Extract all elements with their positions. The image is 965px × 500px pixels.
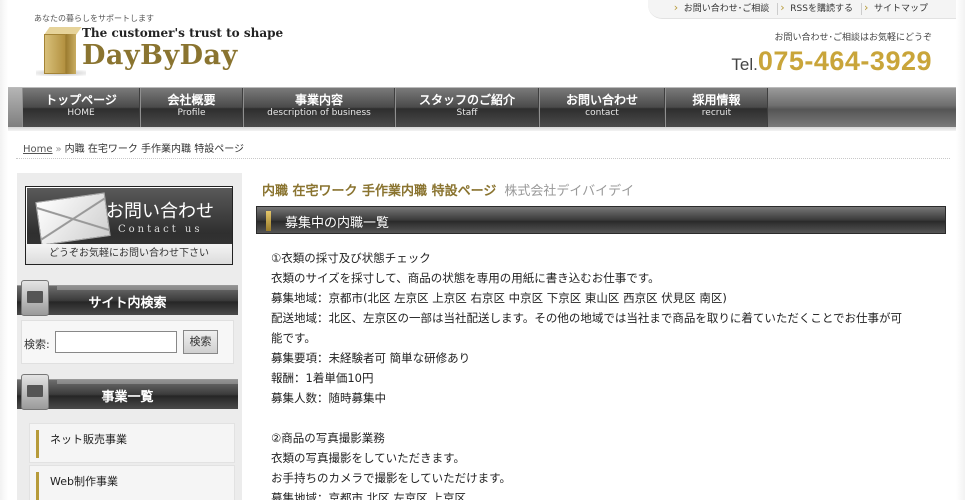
breadcrumb-separator: » <box>55 144 62 155</box>
page-title-company: 株式会社デイバイデイ <box>504 184 635 199</box>
tel-number: 075-464-3929 <box>757 46 932 76</box>
business-item-web[interactable]: Web制作事業 <box>29 465 235 500</box>
contact-banner-title: お問い合わせ <box>106 201 214 222</box>
nav-shelf <box>8 127 956 131</box>
nav-items: トップページ HOME 会社概要 Profile 事業内容 descriptio… <box>22 88 768 128</box>
nav-item-label: スタッフのご紹介 <box>418 93 515 107</box>
search-button[interactable]: 検索 <box>183 330 218 354</box>
section-heading-title: 募集中の内職一覧 <box>285 216 390 231</box>
breadcrumb-current: 内職 在宅ワーク 手作業内職 特設ページ <box>64 144 244 155</box>
nav-item-label: お問い合わせ <box>565 93 638 107</box>
content-line: 衣類のサイズを採寸して、商品の状態を専用の用紙に書き込むお仕事です。 <box>271 271 660 285</box>
content-line: 配送地域：北区、左京区の一部は当社配送します。その他の地域では当社まで商品を取り… <box>271 311 902 325</box>
nav-item-sublabel: HOME <box>67 108 95 118</box>
page-shadow-right <box>956 0 965 500</box>
breadcrumb-divider <box>16 158 950 159</box>
business-list: ネット販売事業 Web制作事業 <box>29 423 235 500</box>
nav-item-staff[interactable]: スタッフのご紹介 Staff <box>395 88 539 128</box>
business-item-marker <box>36 472 39 500</box>
page-shadow-left <box>0 0 8 500</box>
business-item-net-sales[interactable]: ネット販売事業 <box>29 423 235 463</box>
content-line: 能です。 <box>271 331 316 345</box>
site-name-link[interactable]: DayByDay <box>82 40 238 71</box>
heading-gloss <box>57 380 238 384</box>
site-tagline: あなたの暮らしをサポートします <box>34 14 154 23</box>
section-heading-marker <box>266 211 271 231</box>
business-item-label: ネット販売事業 <box>50 433 127 446</box>
heading-gloss <box>57 286 238 290</box>
contact-banner-subtitle: Contact us <box>118 224 203 235</box>
search-heading: サイト内検索 <box>17 280 238 316</box>
search-panel: 検索: 検索 <box>21 320 234 364</box>
logo-slogan: The customer's trust to shape <box>82 26 284 40</box>
nav-item-sublabel: Staff <box>456 108 478 118</box>
content-line: ①衣類の採寸及び状態チェック <box>271 251 431 265</box>
top-link-contact[interactable]: お問い合わせ･ご相談 <box>672 2 779 15</box>
contact-banner[interactable]: お問い合わせ Contact us どうぞお気軽にお問い合わせ下さい <box>25 186 233 265</box>
content-line: 募集人数：随時募集中 <box>271 391 386 405</box>
section-heading: 募集中の内職一覧 <box>256 206 946 234</box>
job-list-content: ①衣類の採寸及び状態チェック 衣類のサイズを採寸して、商品の状態を専用の用紙に書… <box>271 248 941 500</box>
nav-item-recruit[interactable]: 採用情報 recruit <box>665 88 768 128</box>
nav-item-contact[interactable]: お問い合わせ contact <box>539 88 665 128</box>
nav-item-label: 事業内容 <box>294 93 343 107</box>
nav-item-label: トップページ <box>45 93 117 107</box>
page-title-main: 内職 在宅ワーク 手作業内職 特設ページ <box>262 184 497 199</box>
top-link-sitemap[interactable]: サイトマップ <box>862 2 936 15</box>
nav-item-sublabel: contact <box>585 108 619 118</box>
breadcrumb: Home» 内職 在宅ワーク 手作業内職 特設ページ <box>23 140 244 155</box>
business-item-label: Web制作事業 <box>50 475 118 488</box>
content-line: 報酬：1着単価10円 <box>271 371 374 385</box>
nav-item-sublabel: description of business <box>267 108 371 118</box>
tel-label: Tel. <box>731 55 758 74</box>
envelope-icon <box>35 192 111 246</box>
search-input[interactable] <box>55 331 177 353</box>
business-heading-title: 事業一覧 <box>101 390 154 405</box>
page-title: 内職 在宅ワーク 手作業内職 特設ページ 株式会社デイバイデイ <box>262 180 634 199</box>
top-link-rss[interactable]: RSSを購読する <box>778 2 862 15</box>
breadcrumb-home-link[interactable]: Home <box>23 144 53 155</box>
nav-item-label: 採用情報 <box>692 93 741 107</box>
logo-cube-front <box>44 34 66 74</box>
nav-item-business[interactable]: 事業内容 description of business <box>243 88 395 128</box>
page: あなたの暮らしをサポートします The customer's trust to … <box>8 0 956 500</box>
top-links: お問い合わせ･ご相談 RSSを購読する サイトマップ <box>672 2 936 15</box>
nav-item-label: 会社概要 <box>167 93 216 107</box>
content-line: お手持ちのカメラで撮影をしていただけます。 <box>271 471 512 485</box>
business-item-marker <box>36 430 39 458</box>
nav-left-cap <box>8 88 22 128</box>
logo-icon[interactable] <box>36 24 86 76</box>
business-heading: 事業一覧 <box>17 374 238 410</box>
search-label: 検索: <box>24 338 50 351</box>
content-line: 募集地域：京都市 北区 左京区 上京区 <box>271 491 466 500</box>
logo-cube-side <box>66 34 76 74</box>
contact-banner-bar: どうぞお気軽にお問い合わせ下さい <box>26 244 232 264</box>
search-heading-title: サイト内検索 <box>88 296 167 311</box>
contact-note: お問い合わせ･ご相談はお気軽にどうぞ <box>774 33 932 43</box>
nav-item-profile[interactable]: 会社概要 Profile <box>140 88 243 128</box>
nav-item-sublabel: Profile <box>177 108 206 118</box>
content-line: 募集要項：未経験者可 簡単な研修あり <box>271 351 471 365</box>
nav-item-sublabel: recruit <box>701 108 732 118</box>
main-nav: トップページ HOME 会社概要 Profile 事業内容 descriptio… <box>8 87 956 128</box>
content-line: 募集地域：京都市(北区 左京区 上京区 右京区 中京区 下京区 東山区 西京区 … <box>271 291 727 305</box>
sidebar: お問い合わせ Contact us どうぞお気軽にお問い合わせ下さい サイト内検… <box>17 173 242 500</box>
tel: Tel.075-464-3929 <box>731 46 932 77</box>
content-line: ②商品の写真撮影業務 <box>271 431 385 445</box>
nav-item-home[interactable]: トップページ HOME <box>22 88 140 128</box>
content-line: 衣類の写真撮影をしていただきます。 <box>271 451 466 465</box>
